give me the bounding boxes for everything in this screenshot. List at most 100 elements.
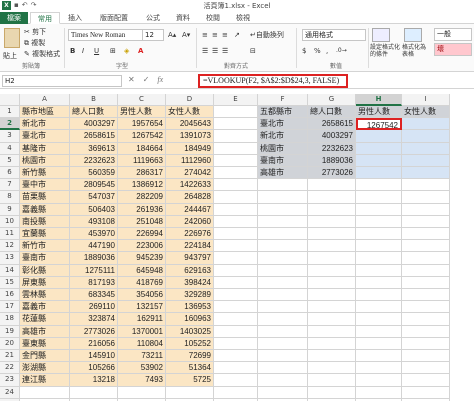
column-header-d[interactable]: D: [166, 94, 214, 106]
cell[interactable]: [258, 264, 308, 277]
active-cell-h2[interactable]: 1267542: [356, 118, 402, 131]
table-cell[interactable]: 臺南市: [20, 252, 70, 265]
cell[interactable]: [258, 362, 308, 375]
table-cell[interactable]: 宜蘭縣: [20, 228, 70, 241]
cell[interactable]: [308, 276, 356, 289]
table-cell[interactable]: 53902: [118, 362, 166, 375]
fx-icon[interactable]: fx: [157, 75, 163, 84]
cell[interactable]: [308, 191, 356, 204]
cell[interactable]: [214, 337, 258, 350]
cell[interactable]: [402, 386, 450, 399]
lookup-header-cell[interactable]: 總人口數: [308, 106, 356, 119]
table-cell[interactable]: 4003297: [70, 118, 118, 131]
font-color-icon[interactable]: A: [138, 46, 143, 56]
table-cell[interactable]: 506403: [70, 203, 118, 216]
cell[interactable]: [402, 374, 450, 387]
row-header-8[interactable]: 8: [0, 191, 20, 204]
table-cell[interactable]: 連江縣: [20, 374, 70, 387]
table-header-cell[interactable]: 男性人數: [118, 106, 166, 119]
table-cell[interactable]: 雲林縣: [20, 289, 70, 302]
table-cell[interactable]: 2232623: [70, 154, 118, 167]
table-cell[interactable]: 261936: [118, 203, 166, 216]
row-header-13[interactable]: 13: [0, 252, 20, 265]
table-cell[interactable]: 282209: [118, 191, 166, 204]
table-cell[interactable]: 136953: [166, 301, 214, 314]
table-cell[interactable]: 51364: [166, 362, 214, 375]
lookup-cell[interactable]: [356, 154, 402, 167]
table-cell[interactable]: 新竹縣: [20, 167, 70, 180]
table-cell[interactable]: 242060: [166, 215, 214, 228]
row-header-17[interactable]: 17: [0, 301, 20, 314]
table-cell[interactable]: 基隆市: [20, 142, 70, 155]
table-cell[interactable]: 金門縣: [20, 350, 70, 363]
orientation-icon[interactable]: ↗: [234, 30, 240, 40]
cell[interactable]: [308, 215, 356, 228]
cell[interactable]: [402, 350, 450, 363]
table-cell[interactable]: 547037: [70, 191, 118, 204]
cell[interactable]: [402, 215, 450, 228]
cell[interactable]: [356, 228, 402, 241]
lookup-cell[interactable]: 臺北市: [258, 118, 308, 131]
table-cell[interactable]: 160963: [166, 313, 214, 326]
cell[interactable]: [214, 106, 258, 119]
cell[interactable]: [166, 386, 214, 399]
cell[interactable]: [258, 386, 308, 399]
format-table-icon[interactable]: [404, 28, 422, 42]
row-header-10[interactable]: 10: [0, 215, 20, 228]
table-cell[interactable]: 132157: [118, 301, 166, 314]
cell[interactable]: [214, 179, 258, 192]
table-cell[interactable]: 1422633: [166, 179, 214, 192]
lookup-cell[interactable]: [356, 130, 402, 143]
table-cell[interactable]: 7493: [118, 374, 166, 387]
lookup-cell[interactable]: 桃園市: [258, 142, 308, 155]
number-format-select[interactable]: 通用格式: [302, 29, 366, 41]
row-header-24[interactable]: 24: [0, 386, 20, 399]
lookup-cell[interactable]: 新北市: [258, 130, 308, 143]
table-cell[interactable]: 323874: [70, 313, 118, 326]
tab-view[interactable]: 檢視: [230, 12, 256, 24]
border-icon[interactable]: ⊞: [110, 46, 116, 56]
row-header-14[interactable]: 14: [0, 264, 20, 277]
tab-formulas[interactable]: 公式: [140, 12, 166, 24]
row-header-2[interactable]: 2: [0, 118, 20, 131]
table-cell[interactable]: 453970: [70, 228, 118, 241]
table-header-cell[interactable]: 總人口數: [70, 106, 118, 119]
tab-insert[interactable]: 插入: [62, 12, 88, 24]
table-cell[interactable]: 817193: [70, 276, 118, 289]
tab-file[interactable]: 檔案: [0, 12, 28, 24]
table-cell[interactable]: 184949: [166, 142, 214, 155]
conditional-format-icon[interactable]: [372, 28, 390, 42]
table-cell[interactable]: 高雄市: [20, 325, 70, 338]
row-header-12[interactable]: 12: [0, 240, 20, 253]
cell[interactable]: [214, 130, 258, 143]
cell[interactable]: [308, 350, 356, 363]
enter-icon[interactable]: ✓: [143, 75, 150, 84]
cell[interactable]: [356, 325, 402, 338]
fill-color-icon[interactable]: ◈: [124, 46, 129, 56]
lookup-header-cell[interactable]: 男性人數: [356, 106, 402, 119]
cell[interactable]: [258, 289, 308, 302]
cell[interactable]: [308, 289, 356, 302]
column-header-c[interactable]: C: [118, 94, 166, 106]
column-header-f[interactable]: F: [258, 94, 308, 106]
cell[interactable]: [258, 337, 308, 350]
align-middle-icon[interactable]: ≡: [212, 30, 218, 40]
table-cell[interactable]: 1275111: [70, 264, 118, 277]
table-cell[interactable]: 臺北市: [20, 130, 70, 143]
table-cell[interactable]: 1391073: [166, 130, 214, 143]
table-cell[interactable]: 苗栗縣: [20, 191, 70, 204]
cell[interactable]: [308, 252, 356, 265]
table-cell[interactable]: 105252: [166, 337, 214, 350]
increase-decimal-icon[interactable]: .0→: [336, 46, 347, 56]
table-cell[interactable]: 1386912: [118, 179, 166, 192]
row-header-18[interactable]: 18: [0, 313, 20, 326]
cell[interactable]: [402, 252, 450, 265]
column-header-e[interactable]: E: [214, 94, 258, 106]
cell[interactable]: [308, 240, 356, 253]
cell[interactable]: [214, 154, 258, 167]
row-header-16[interactable]: 16: [0, 289, 20, 302]
table-cell[interactable]: 184664: [118, 142, 166, 155]
paste-icon[interactable]: [4, 28, 20, 48]
table-cell[interactable]: 新北市: [20, 118, 70, 131]
table-cell[interactable]: 216056: [70, 337, 118, 350]
